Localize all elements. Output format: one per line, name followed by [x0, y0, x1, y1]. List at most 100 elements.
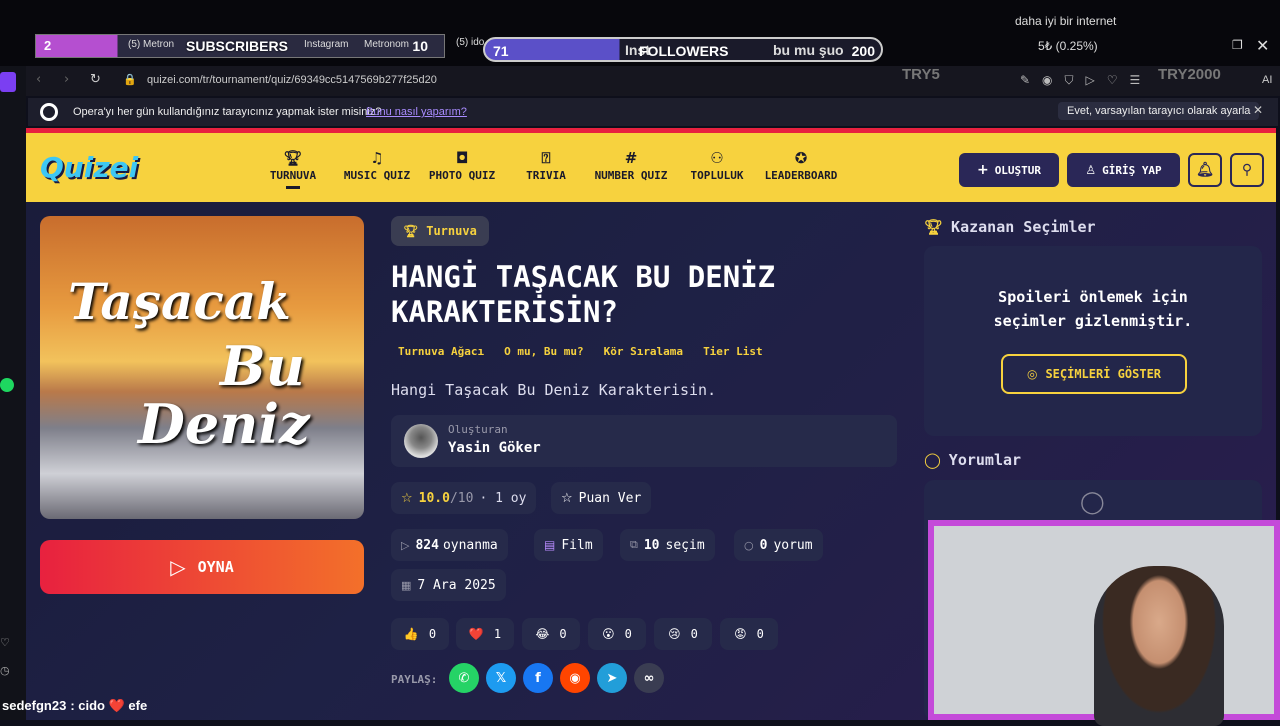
browser-tab[interactable]: (5) Metron [128, 39, 174, 57]
browser-sidebar: ♡ ◷ [0, 66, 26, 720]
nav-label: MUSIC QUIZ [343, 169, 411, 182]
mode-tag[interactable]: Tier List [703, 345, 763, 358]
link-icon[interactable]: ∞ [634, 663, 664, 693]
plays-count: 824 [415, 537, 439, 553]
browser-tab[interactable]: bu mu şu [773, 42, 835, 60]
heart-icon[interactable]: ♡ [0, 636, 10, 649]
reddit-icon[interactable]: ◉ [560, 663, 590, 693]
nav-topluluk[interactable]: ⚇ TOPLULUK [686, 149, 748, 182]
badge-label: Turnuva [426, 224, 477, 238]
share-label: PAYLAŞ: [391, 673, 438, 686]
reaction-sad[interactable]: 😢 0 [654, 618, 712, 650]
forward-icon[interactable]: › [64, 72, 69, 87]
question-icon: ⍰ [541, 149, 551, 167]
nav-photo-quiz[interactable]: ◘ PHOTO QUIZ [424, 149, 500, 182]
plays-label: oynanma [442, 537, 498, 553]
reaction-count: 0 [559, 627, 567, 641]
browser-tab[interactable]: o mu bu m [835, 42, 845, 60]
plus-icon: + [976, 162, 989, 178]
opera-howto-link[interactable]: Bunu nasıl yaparım? [366, 106, 467, 118]
home-icon[interactable] [0, 72, 16, 92]
rate-label: Puan Ver [578, 490, 642, 506]
browser-tab[interactable]: (5) ido [456, 37, 484, 55]
choices-count: 10 [643, 537, 660, 553]
login-button[interactable]: ♙ GİRİŞ YAP [1067, 153, 1180, 187]
ai-button[interactable]: AI [1262, 74, 1272, 86]
close-prompt-icon[interactable]: ✕ [1253, 103, 1263, 117]
reaction-love[interactable]: ❤️ 1 [456, 618, 514, 650]
search-button[interactable]: ⚲ [1230, 153, 1264, 187]
comments-stat: ○ 0 yorum [734, 529, 823, 561]
category-tag[interactable]: ▤ Film [534, 529, 603, 561]
try2000-label: TRY2000 [1158, 66, 1221, 83]
reaction-count: 0 [624, 627, 632, 641]
nav-label: LEADERBOARD [764, 169, 838, 182]
default-browser-prompt: Opera'yı her gün kullandığınız tarayıcın… [28, 98, 1278, 126]
reaction-like[interactable]: 👍 0 [391, 618, 449, 650]
creator-card[interactable]: Oluşturan Yasin Göker [391, 415, 897, 467]
play-icon: ▷ [170, 555, 186, 579]
create-label: OLUŞTUR [994, 163, 1042, 177]
followers-goal-bar: 71 Inst FOLLOWERS bu mu şu o mu bu m 200 [483, 37, 883, 62]
spoiler-line2: seçimler gizlenmiştir. [993, 312, 1193, 330]
reaction-count: 0 [428, 627, 437, 641]
creator-label: Oluşturan [448, 423, 508, 436]
music-icon: ♫ [370, 149, 384, 167]
mode-tags: Turnuva Ağacı O mu, Bu mu? Kör Sıralama … [398, 345, 763, 358]
show-choices-button[interactable]: ◎ SEÇİMLERİ GÖSTER [1001, 354, 1187, 394]
choices-label: seçim [665, 537, 705, 553]
x-icon[interactable]: 𝕏 [486, 663, 516, 693]
rate-button[interactable]: ☆ Puan Ver [551, 482, 652, 514]
subscribers-label: SUBSCRIBERS [186, 38, 288, 54]
mode-tag[interactable]: Turnuva Ağacı [398, 345, 484, 358]
vote-count: · 1 oy [479, 490, 527, 506]
reaction-laugh[interactable]: 😂 0 [522, 618, 580, 650]
play-button[interactable]: ▷ OYNA [40, 540, 364, 594]
history-icon[interactable]: ◷ [0, 664, 10, 677]
toolbar-icons[interactable]: ✎◉⛉▷♡☰ [1020, 73, 1152, 88]
site-logo[interactable]: Quizei [40, 151, 138, 184]
nav-turnuva[interactable]: 🏆︎ TURNUVA [266, 149, 320, 189]
set-default-button[interactable]: Evet, varsayılan tarayıcı olarak ayarla [1058, 102, 1260, 120]
nav-number-quiz[interactable]: # NUMBER QUIZ [590, 149, 672, 182]
chat-message: sedefgn23 : cido ❤️ efe [2, 698, 147, 714]
subscribers-goal-bar: 2 (5) Metron SUBSCRIBERS Instagram Metro… [35, 34, 445, 58]
reaction-count: 0 [756, 627, 764, 641]
star-icon: ☆ [401, 490, 413, 506]
mode-tag[interactable]: O mu, Bu mu? [504, 345, 583, 358]
restore-icon[interactable]: ❐ [1232, 38, 1243, 52]
whatsapp-icon[interactable]: ✆ [449, 663, 479, 693]
price-text: 5₺ (0.25%) [1038, 39, 1098, 53]
reaction-wow[interactable]: 😮 0 [588, 618, 646, 650]
url-field[interactable]: quizei.com/tr/tournament/quiz/69349cc514… [147, 74, 437, 86]
spotify-icon[interactable] [0, 378, 14, 392]
subscribers-count: 2 [44, 38, 52, 53]
creator-name[interactable]: Yasin Göker [448, 440, 541, 456]
rating-display: ☆ 10.0 /10 · 1 oy [391, 482, 537, 514]
avatar [404, 424, 438, 458]
reload-icon[interactable]: ↻ [90, 72, 101, 87]
back-icon[interactable]: ‹ [36, 72, 41, 87]
winners-title: 🏆︎ Kazanan Seçimler [924, 218, 1096, 236]
notifications-button[interactable]: 🔔︎ [1188, 153, 1222, 187]
nav-label: NUMBER QUIZ [594, 169, 668, 182]
mode-tag[interactable]: Kör Sıralama [604, 345, 683, 358]
browser-tab[interactable]: Metronom [364, 39, 409, 57]
tournament-badge: 🏆︎ Turnuva [391, 216, 489, 246]
telegram-icon[interactable]: ➤ [597, 663, 627, 693]
reaction-angry[interactable]: 😡 0 [720, 618, 778, 650]
copy-icon: ⧉ [630, 538, 638, 551]
film-icon: ▤ [544, 538, 556, 552]
comments-label: yorum [773, 537, 813, 553]
chat-user: sedefgn23 [2, 698, 67, 713]
close-icon[interactable]: ✕ [1256, 36, 1269, 55]
nav-leaderboard[interactable]: ✪ LEADERBOARD [760, 149, 842, 182]
nav-music-quiz[interactable]: ♫ MUSIC QUIZ [340, 149, 414, 182]
facebook-icon[interactable]: f [523, 663, 553, 693]
browser-tab[interactable]: Instagram [304, 39, 348, 57]
calendar-icon: ▦ [401, 578, 412, 592]
try5-label: TRY5 [902, 66, 940, 83]
search-icon: ⚲ [1241, 162, 1253, 178]
nav-trivia[interactable]: ⍰ TRIVIA [522, 149, 570, 182]
create-button[interactable]: + OLUŞTUR [959, 153, 1059, 187]
